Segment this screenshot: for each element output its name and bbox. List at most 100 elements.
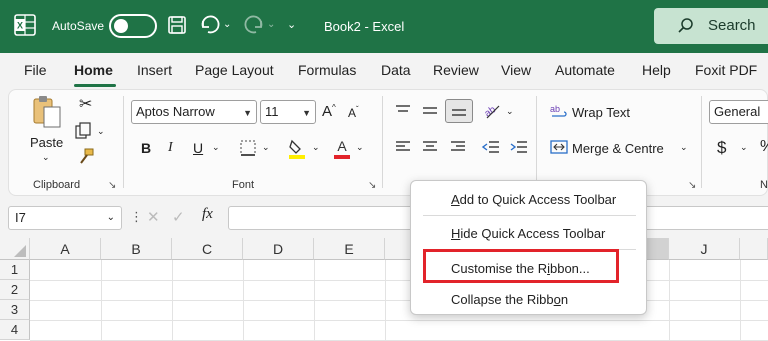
paste-label[interactable]: Paste [30, 135, 63, 150]
font-name-value: Aptos Narrow [136, 104, 215, 119]
tab-data[interactable]: Data [381, 62, 411, 78]
clipboard-launcher-icon[interactable]: ↘ [108, 180, 116, 191]
column-header[interactable]: D [243, 238, 314, 260]
underline-button[interactable]: U [193, 140, 203, 156]
decrease-font-size-button[interactable]: Aˇ [348, 105, 359, 120]
row-header[interactable]: 3 [0, 300, 30, 320]
undo-dropdown-icon[interactable]: ⌄ [223, 12, 231, 38]
wrap-text-button[interactable]: Wrap Text [572, 105, 630, 120]
tab-review[interactable]: Review [433, 62, 479, 78]
italic-button[interactable]: I [168, 140, 173, 156]
font-launcher-icon[interactable]: ↘ [368, 180, 376, 191]
underline-dropdown-icon[interactable]: ⌄ [212, 142, 220, 153]
currency-button[interactable]: $ [717, 138, 726, 158]
align-center-icon[interactable] [421, 139, 439, 155]
paste-icon[interactable] [31, 94, 63, 130]
currency-dropdown-icon[interactable]: ⌄ [740, 142, 748, 153]
svg-text:A: A [337, 138, 347, 154]
cancel-icon[interactable]: ✕ [147, 208, 160, 226]
separator [536, 96, 537, 188]
align-right-icon[interactable] [449, 139, 467, 155]
column-header[interactable]: B [101, 238, 172, 260]
paste-dropdown-icon[interactable]: ⌄ [42, 152, 50, 163]
column-header[interactable]: C [172, 238, 243, 260]
redo-dropdown-icon[interactable]: ⌄ [267, 12, 275, 38]
borders-dropdown-icon[interactable]: ⌄ [262, 142, 270, 153]
search-icon [678, 18, 693, 33]
copy-dropdown-icon[interactable]: ⌄ [97, 126, 105, 137]
align-left-icon[interactable] [394, 139, 412, 155]
column-header[interactable] [740, 238, 768, 260]
chevron-down-icon: ▼ [302, 108, 311, 118]
select-all-icon [14, 245, 26, 257]
autosave-label: AutoSave [52, 19, 105, 33]
font-size-select[interactable]: 11 ▼ [260, 100, 316, 124]
merge-centre-button[interactable]: Merge & Centre [572, 141, 664, 156]
copy-icon[interactable] [75, 122, 93, 140]
bold-button[interactable]: B [141, 140, 151, 156]
name-box-value: I7 [15, 210, 26, 225]
row-header[interactable]: 4 [0, 320, 30, 340]
bottom-align-button[interactable] [445, 99, 473, 123]
enter-icon[interactable]: ✓ [172, 208, 185, 226]
orientation-dropdown-icon[interactable]: ⌄ [506, 106, 514, 117]
decrease-indent-icon[interactable] [481, 139, 501, 155]
percent-icon[interactable]: % [760, 138, 768, 156]
insert-function-icon[interactable]: fx [202, 206, 213, 223]
grid-line [30, 320, 768, 321]
font-color-dropdown-icon[interactable]: ⌄ [356, 142, 364, 153]
tab-insert[interactable]: Insert [137, 62, 172, 78]
menu-item-collapse-ribbon[interactable]: Collapse the Ribbon [451, 292, 568, 307]
borders-icon[interactable] [238, 138, 258, 158]
tab-view[interactable]: View [501, 62, 531, 78]
separator [382, 96, 383, 188]
font-color-icon[interactable]: A [332, 137, 352, 159]
grid-line [30, 300, 768, 301]
font-name-select[interactable]: Aptos Narrow ▼ [131, 100, 257, 124]
orientation-icon[interactable]: ab [481, 101, 501, 121]
redo-icon[interactable] [243, 12, 265, 38]
font-size-value: 11 [265, 104, 279, 119]
increase-font-size-button[interactable]: A^ [322, 103, 336, 120]
tab-home[interactable]: Home [74, 62, 113, 78]
menu-item-add-to-qat[interactable]: Add to Quick Access Toolbar [451, 192, 616, 207]
more-options-icon[interactable]: ⋮ [130, 209, 143, 225]
customize-qat-icon[interactable]: ⌄ [287, 12, 296, 38]
fill-color-dropdown-icon[interactable]: ⌄ [312, 142, 320, 153]
tab-help[interactable]: Help [642, 62, 671, 78]
merge-dropdown-icon[interactable]: ⌄ [680, 142, 688, 153]
select-all-corner[interactable] [0, 238, 30, 260]
tab-formulas[interactable]: Formulas [298, 62, 356, 78]
column-header[interactable]: A [30, 238, 101, 260]
increase-indent-icon[interactable] [509, 139, 529, 155]
title-bar: X AutoSave ⌄ ⌄ ⌄ Book2 - Excel Search [0, 0, 768, 53]
number-format-select[interactable]: General [709, 100, 768, 124]
tab-page-layout[interactable]: Page Layout [195, 62, 274, 78]
row-header[interactable]: 1 [0, 260, 30, 280]
number-group-label: N [760, 179, 768, 191]
tab-foxit-pdf[interactable]: Foxit PDF [695, 62, 757, 78]
autosave-toggle[interactable] [109, 14, 157, 38]
font-group-label: Font [232, 179, 255, 191]
alignment-launcher-icon[interactable]: ↘ [688, 180, 696, 191]
fill-color-icon[interactable] [287, 137, 307, 159]
wrap-text-icon[interactable]: ab [550, 103, 568, 121]
name-box[interactable]: I7 ⌄ [8, 206, 122, 230]
column-header[interactable]: E [314, 238, 385, 260]
tab-automate[interactable]: Automate [555, 62, 615, 78]
tab-file[interactable]: File [24, 62, 47, 78]
middle-align-icon[interactable] [421, 103, 439, 119]
chevron-down-icon: ▼ [243, 108, 252, 118]
cut-icon[interactable]: ✂ [79, 94, 92, 114]
search-box[interactable]: Search [654, 8, 768, 44]
menu-item-hide-qat[interactable]: Hide Quick Access Toolbar [451, 226, 605, 241]
svg-text:X: X [17, 21, 23, 31]
merge-centre-icon[interactable] [550, 139, 568, 155]
save-icon[interactable] [167, 12, 187, 38]
format-painter-icon[interactable] [77, 148, 95, 166]
top-align-icon[interactable] [394, 103, 412, 119]
chevron-down-icon[interactable]: ⌄ [107, 212, 115, 223]
undo-icon[interactable] [199, 12, 221, 38]
row-header[interactable]: 2 [0, 280, 30, 300]
column-header[interactable]: J [669, 238, 740, 260]
